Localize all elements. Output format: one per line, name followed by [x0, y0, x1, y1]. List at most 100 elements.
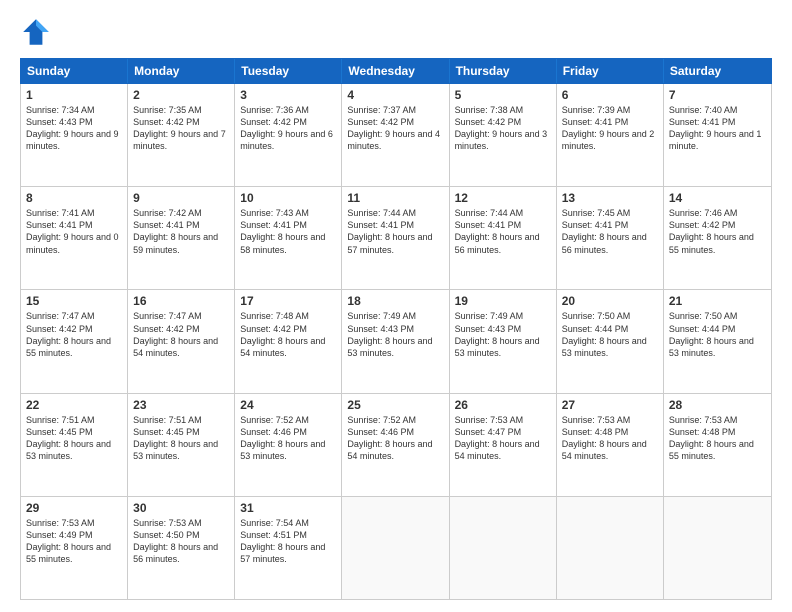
cal-cell: 21Sunrise: 7:50 AMSunset: 4:44 PMDayligh…: [664, 290, 771, 392]
day-detail: Sunrise: 7:44 AMSunset: 4:41 PMDaylight:…: [347, 207, 443, 256]
cal-cell: 25Sunrise: 7:52 AMSunset: 4:46 PMDayligh…: [342, 394, 449, 496]
day-detail: Sunrise: 7:40 AMSunset: 4:41 PMDaylight:…: [669, 104, 766, 153]
cal-cell: 8 Sunrise: 7:41 AMSunset: 4:41 PMDaylight…: [21, 187, 128, 289]
day-number: 14: [669, 191, 766, 205]
day-number: 26: [455, 398, 551, 412]
week-row-4: 22 Sunrise: 7:51 AMSunset: 4:45 PMDayligh…: [21, 394, 771, 497]
day-detail: Sunrise: 7:50 AMSunset: 4:44 PMDaylight:…: [669, 310, 766, 359]
logo: [20, 16, 56, 48]
day-number: 5: [455, 88, 551, 102]
page: SundayMondayTuesdayWednesdayThursdayFrid…: [0, 0, 792, 612]
calendar-body: 1 Sunrise: 7:34 AMSunset: 4:43 PMDaylight…: [20, 84, 772, 600]
header-day-sunday: Sunday: [21, 59, 128, 83]
cal-cell: 26 Sunrise: 7:53 AMSunset: 4:47 PMDayligh…: [450, 394, 557, 496]
cal-cell: 30Sunrise: 7:53 AMSunset: 4:50 PMDayligh…: [128, 497, 235, 599]
logo-icon: [20, 16, 52, 48]
week-row-3: 15 Sunrise: 7:47 AMSunset: 4:42 PMDayligh…: [21, 290, 771, 393]
day-detail: Sunrise: 7:51 AMSunset: 4:45 PMDaylight:…: [133, 414, 229, 463]
day-number: 24: [240, 398, 336, 412]
day-detail: Sunrise: 7:46 AMSunset: 4:42 PMDaylight:…: [669, 207, 766, 256]
cal-cell: 19Sunrise: 7:49 AMSunset: 4:43 PMDayligh…: [450, 290, 557, 392]
day-number: 7: [669, 88, 766, 102]
day-detail: Sunrise: 7:39 AMSunset: 4:41 PMDaylight:…: [562, 104, 658, 153]
week-row-5: 29 Sunrise: 7:53 AMSunset: 4:49 PMDayligh…: [21, 497, 771, 599]
day-number: 9: [133, 191, 229, 205]
day-number: 23: [133, 398, 229, 412]
cal-cell: 22 Sunrise: 7:51 AMSunset: 4:45 PMDayligh…: [21, 394, 128, 496]
cal-cell: 9 Sunrise: 7:42 AMSunset: 4:41 PMDaylight…: [128, 187, 235, 289]
day-number: 18: [347, 294, 443, 308]
day-detail: Sunrise: 7:53 AMSunset: 4:48 PMDaylight:…: [669, 414, 766, 463]
day-detail: Sunrise: 7:53 AMSunset: 4:47 PMDaylight:…: [455, 414, 551, 463]
cal-cell: 20 Sunrise: 7:50 AMSunset: 4:44 PMDayligh…: [557, 290, 664, 392]
day-detail: Sunrise: 7:51 AMSunset: 4:45 PMDaylight:…: [26, 414, 122, 463]
day-number: 20: [562, 294, 658, 308]
day-number: 29: [26, 501, 122, 515]
day-number: 6: [562, 88, 658, 102]
day-number: 8: [26, 191, 122, 205]
cal-cell: 27 Sunrise: 7:53 AMSunset: 4:48 PMDayligh…: [557, 394, 664, 496]
cal-cell: 15 Sunrise: 7:47 AMSunset: 4:42 PMDayligh…: [21, 290, 128, 392]
cal-cell: [450, 497, 557, 599]
day-number: 2: [133, 88, 229, 102]
day-number: 4: [347, 88, 443, 102]
day-number: 11: [347, 191, 443, 205]
cal-cell: 12 Sunrise: 7:44 AMSunset: 4:41 PMDayligh…: [450, 187, 557, 289]
day-detail: Sunrise: 7:36 AMSunset: 4:42 PMDaylight:…: [240, 104, 336, 153]
cal-cell: 16 Sunrise: 7:47 AMSunset: 4:42 PMDayligh…: [128, 290, 235, 392]
cal-cell: 6 Sunrise: 7:39 AMSunset: 4:41 PMDaylight…: [557, 84, 664, 186]
cal-cell: 7 Sunrise: 7:40 AMSunset: 4:41 PMDaylight…: [664, 84, 771, 186]
header-day-saturday: Saturday: [664, 59, 771, 83]
day-detail: Sunrise: 7:41 AMSunset: 4:41 PMDaylight:…: [26, 207, 122, 256]
day-detail: Sunrise: 7:53 AMSunset: 4:49 PMDaylight:…: [26, 517, 122, 566]
day-detail: Sunrise: 7:52 AMSunset: 4:46 PMDaylight:…: [347, 414, 443, 463]
cal-cell: 31 Sunrise: 7:54 AMSunset: 4:51 PMDayligh…: [235, 497, 342, 599]
cal-cell: 11 Sunrise: 7:44 AMSunset: 4:41 PMDayligh…: [342, 187, 449, 289]
day-number: 1: [26, 88, 122, 102]
day-detail: Sunrise: 7:47 AMSunset: 4:42 PMDaylight:…: [26, 310, 122, 359]
day-number: 19: [455, 294, 551, 308]
cal-cell: 17Sunrise: 7:48 AMSunset: 4:42 PMDayligh…: [235, 290, 342, 392]
cal-cell: 18 Sunrise: 7:49 AMSunset: 4:43 PMDayligh…: [342, 290, 449, 392]
day-detail: Sunrise: 7:50 AMSunset: 4:44 PMDaylight:…: [562, 310, 658, 359]
day-detail: Sunrise: 7:49 AMSunset: 4:43 PMDaylight:…: [347, 310, 443, 359]
header-day-monday: Monday: [128, 59, 235, 83]
day-number: 10: [240, 191, 336, 205]
day-number: 31: [240, 501, 336, 515]
cal-cell: 3 Sunrise: 7:36 AMSunset: 4:42 PMDaylight…: [235, 84, 342, 186]
day-detail: Sunrise: 7:42 AMSunset: 4:41 PMDaylight:…: [133, 207, 229, 256]
day-number: 17: [240, 294, 336, 308]
cal-cell: [557, 497, 664, 599]
day-detail: Sunrise: 7:53 AMSunset: 4:48 PMDaylight:…: [562, 414, 658, 463]
day-detail: Sunrise: 7:34 AMSunset: 4:43 PMDaylight:…: [26, 104, 122, 153]
day-number: 16: [133, 294, 229, 308]
day-detail: Sunrise: 7:43 AMSunset: 4:41 PMDaylight:…: [240, 207, 336, 256]
day-number: 27: [562, 398, 658, 412]
day-detail: Sunrise: 7:38 AMSunset: 4:42 PMDaylight:…: [455, 104, 551, 153]
day-number: 30: [133, 501, 229, 515]
calendar: SundayMondayTuesdayWednesdayThursdayFrid…: [20, 58, 772, 600]
cal-cell: 24 Sunrise: 7:52 AMSunset: 4:46 PMDayligh…: [235, 394, 342, 496]
day-number: 15: [26, 294, 122, 308]
cal-cell: [664, 497, 771, 599]
calendar-header: SundayMondayTuesdayWednesdayThursdayFrid…: [20, 58, 772, 84]
cal-cell: 13Sunrise: 7:45 AMSunset: 4:41 PMDayligh…: [557, 187, 664, 289]
day-detail: Sunrise: 7:44 AMSunset: 4:41 PMDaylight:…: [455, 207, 551, 256]
day-detail: Sunrise: 7:54 AMSunset: 4:51 PMDaylight:…: [240, 517, 336, 566]
cal-cell: 5 Sunrise: 7:38 AMSunset: 4:42 PMDaylight…: [450, 84, 557, 186]
day-detail: Sunrise: 7:47 AMSunset: 4:42 PMDaylight:…: [133, 310, 229, 359]
week-row-2: 8 Sunrise: 7:41 AMSunset: 4:41 PMDaylight…: [21, 187, 771, 290]
day-detail: Sunrise: 7:52 AMSunset: 4:46 PMDaylight:…: [240, 414, 336, 463]
week-row-1: 1 Sunrise: 7:34 AMSunset: 4:43 PMDaylight…: [21, 84, 771, 187]
day-detail: Sunrise: 7:45 AMSunset: 4:41 PMDaylight:…: [562, 207, 658, 256]
day-number: 28: [669, 398, 766, 412]
day-number: 22: [26, 398, 122, 412]
cal-cell: 14 Sunrise: 7:46 AMSunset: 4:42 PMDayligh…: [664, 187, 771, 289]
day-number: 12: [455, 191, 551, 205]
cal-cell: [342, 497, 449, 599]
day-detail: Sunrise: 7:35 AMSunset: 4:42 PMDaylight:…: [133, 104, 229, 153]
cal-cell: 2 Sunrise: 7:35 AMSunset: 4:42 PMDaylight…: [128, 84, 235, 186]
header-day-wednesday: Wednesday: [342, 59, 449, 83]
cal-cell: 29 Sunrise: 7:53 AMSunset: 4:49 PMDayligh…: [21, 497, 128, 599]
day-number: 3: [240, 88, 336, 102]
